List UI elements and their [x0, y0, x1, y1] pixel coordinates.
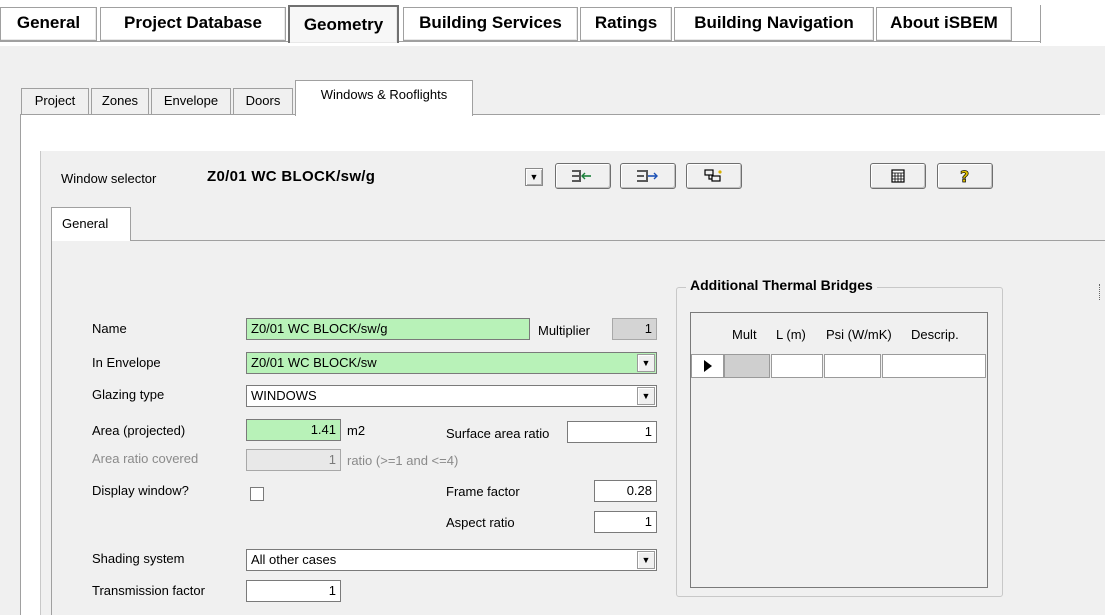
svg-text:?: ?	[960, 167, 969, 185]
copy-object-icon	[704, 169, 722, 182]
column-header-mult[interactable]: Mult	[732, 327, 757, 342]
general-tab-divider	[131, 240, 1105, 241]
help-button[interactable]: ?	[937, 163, 993, 189]
current-row-arrow-icon	[704, 360, 712, 372]
display-window-label: Display window?	[92, 483, 189, 498]
multiplier-label: Multiplier	[538, 323, 591, 338]
column-header-length[interactable]: L (m)	[776, 327, 806, 342]
add-window-button[interactable]	[555, 163, 611, 189]
area-covered-label: Area ratio covered	[92, 451, 199, 466]
surface-area-ratio-label: Surface area ratio	[446, 426, 550, 441]
multiplier-field[interactable]: 1	[612, 318, 657, 340]
copy-window-button[interactable]	[686, 163, 742, 189]
chevron-down-icon[interactable]: ▼	[637, 387, 655, 405]
cell-description[interactable]	[882, 354, 986, 378]
cell-mult[interactable]	[724, 354, 770, 378]
frame-factor-field[interactable]: 0.28	[594, 480, 657, 502]
area-field[interactable]: 1.41	[246, 419, 341, 441]
column-header-psi[interactable]: Psi (W/mK)	[826, 327, 892, 342]
tab-building-services[interactable]: Building Services	[403, 7, 578, 41]
display-window-checkbox[interactable]	[250, 487, 264, 501]
tab-geometry[interactable]: Geometry	[288, 5, 399, 43]
cell-length[interactable]	[771, 354, 823, 378]
area-label: Area (projected)	[92, 423, 186, 438]
sub-tab-divider	[20, 114, 1100, 115]
chevron-down-icon[interactable]: ▼	[637, 551, 655, 569]
envelope-select-value: Z0/01 WC BLOCK/sw	[251, 355, 377, 370]
shading-system-label: Shading system	[92, 551, 185, 566]
name-field[interactable]: Z0/01 WC BLOCK/sw/g	[246, 318, 530, 340]
area-unit: m2	[347, 423, 366, 438]
frame-factor-label: Frame factor	[446, 484, 520, 499]
calculator-button[interactable]	[870, 163, 926, 189]
glazing-type-select[interactable]: WINDOWS ▼	[246, 385, 657, 407]
shading-system-select[interactable]: All other cases ▼	[246, 549, 657, 571]
tab-about-isbem[interactable]: About iSBEM	[876, 7, 1012, 41]
splitter-handle[interactable]	[1099, 284, 1102, 300]
aspect-ratio-label: Aspect ratio	[446, 515, 515, 530]
envelope-select[interactable]: Z0/01 WC BLOCK/sw ▼	[246, 352, 657, 374]
subtab-doors[interactable]: Doors	[233, 88, 293, 114]
tab-window-general[interactable]: General	[51, 207, 131, 241]
column-header-description[interactable]: Descrip.	[911, 327, 959, 342]
name-label: Name	[92, 321, 127, 336]
window-selector-value[interactable]: Z0/01 WC BLOCK/sw/g	[207, 168, 375, 185]
area-covered-hint: ratio (>=1 and <=4)	[347, 453, 459, 468]
subtab-zones[interactable]: Zones	[91, 88, 149, 114]
add-to-list-icon	[572, 170, 591, 182]
window-selector-label: Window selector	[61, 171, 157, 186]
aspect-ratio-field[interactable]: 1	[594, 511, 657, 533]
help-icon: ?	[960, 167, 970, 185]
move-window-button[interactable]	[620, 163, 676, 189]
glazing-type-label: Glazing type	[92, 387, 165, 402]
envelope-label: In Envelope	[92, 355, 161, 370]
move-to-list-icon	[637, 170, 658, 182]
shading-system-value: All other cases	[251, 552, 337, 567]
thermal-bridges-title: Additional Thermal Bridges	[686, 277, 877, 293]
subtab-project[interactable]: Project	[21, 88, 89, 114]
tab-project-database[interactable]: Project Database	[100, 7, 286, 41]
subtab-envelope[interactable]: Envelope	[151, 88, 231, 114]
main-tab-divider	[0, 41, 1040, 42]
transmission-factor-label: Transmission factor	[92, 583, 205, 598]
glazing-type-value: WINDOWS	[251, 388, 317, 403]
tab-general[interactable]: General	[0, 7, 97, 41]
chevron-down-icon[interactable]: ▼	[637, 354, 655, 372]
calculator-icon	[891, 169, 905, 183]
area-covered-field[interactable]: 1	[246, 449, 341, 471]
tab-ratings[interactable]: Ratings	[580, 7, 672, 41]
cell-psi[interactable]	[824, 354, 881, 378]
surface-area-ratio-field[interactable]: 1	[567, 421, 657, 443]
window-selector-dropdown-icon[interactable]: ▼	[525, 168, 543, 186]
subtab-windows-rooflights[interactable]: Windows & Rooflights	[295, 80, 473, 116]
tab-building-navigation[interactable]: Building Navigation	[674, 7, 874, 41]
row-indicator[interactable]	[691, 354, 724, 378]
tab-bar-edge	[1040, 5, 1041, 43]
transmission-factor-field[interactable]: 1	[246, 580, 341, 602]
